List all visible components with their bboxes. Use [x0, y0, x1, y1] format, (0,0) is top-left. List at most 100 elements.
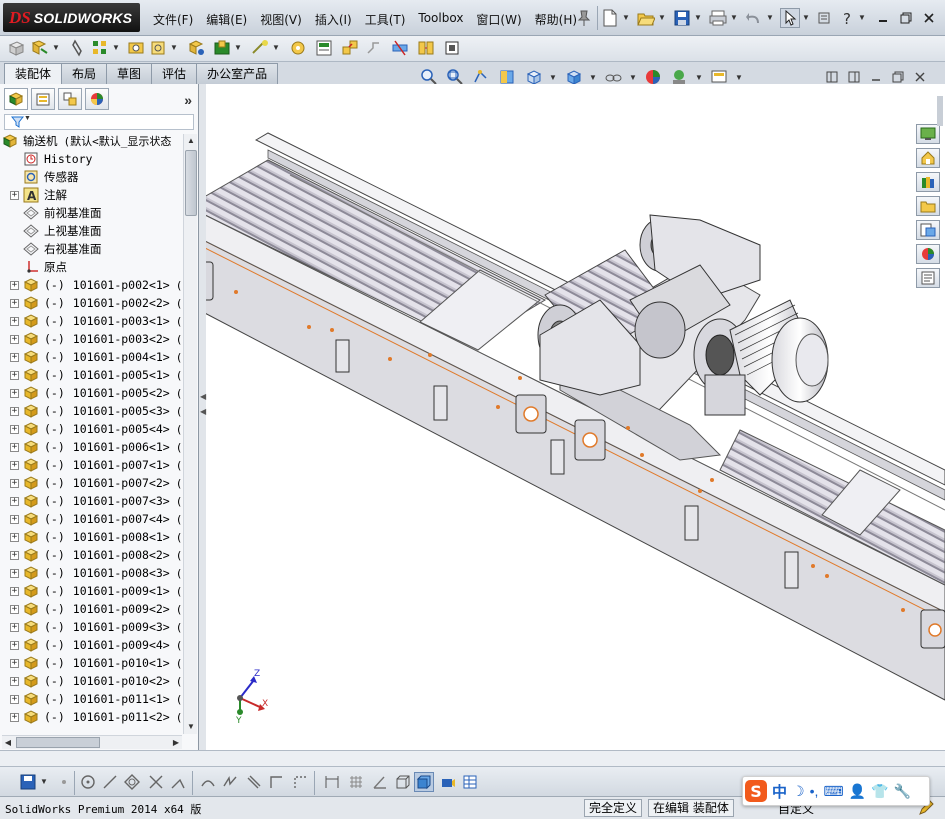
new-document-icon[interactable]	[600, 8, 620, 28]
show-hidden-icon[interactable]	[186, 38, 206, 58]
tree-root[interactable]: 输送机 (默认<默认_显示状态	[2, 132, 171, 150]
component-row[interactable]: + (-) 101601-p007<1> (默认	[10, 456, 182, 474]
scroll-thumb[interactable]	[185, 150, 197, 216]
tools-icon[interactable]: 🔧	[893, 783, 910, 800]
construction-geometry-icon[interactable]	[290, 772, 310, 792]
solidworks-logo[interactable]: DS SOLIDWORKS	[3, 3, 140, 32]
component-row[interactable]: + (-) 101601-p003<2> (默认	[10, 330, 182, 348]
circle-icon[interactable]	[78, 772, 98, 792]
component-row[interactable]: + (-) 101601-p010<2> (默认	[10, 672, 182, 690]
reference-geometry-icon[interactable]	[250, 38, 270, 58]
component-row[interactable]: + (-) 101601-p006<1> (默认	[10, 438, 182, 456]
component-row[interactable]: + (-) 101601-p003<1> (默认	[10, 312, 182, 330]
angle-icon[interactable]	[370, 772, 390, 792]
custom-properties-icon[interactable]	[916, 268, 940, 288]
conveyor-model[interactable]	[199, 84, 945, 750]
shaded-view-icon[interactable]	[414, 772, 434, 792]
expand-icon[interactable]: +	[10, 424, 19, 434]
tree-item[interactable]: + A 注解	[10, 186, 67, 204]
open-folder-icon[interactable]	[636, 8, 656, 28]
trim-icon[interactable]	[146, 772, 166, 792]
menu-item[interactable]: 视图(V)	[255, 9, 310, 31]
menu-item[interactable]: 文件(F)	[148, 9, 201, 31]
offset-icon[interactable]	[198, 772, 218, 792]
corner-rectangle-icon[interactable]	[266, 772, 286, 792]
expand-icon[interactable]: +	[10, 370, 19, 380]
component-row[interactable]: + (-) 101601-p002<1> (默认	[10, 276, 182, 294]
undo-icon[interactable]	[744, 8, 764, 28]
skin-icon[interactable]: 👕	[871, 783, 888, 800]
component-row[interactable]: + (-) 101601-p011<1> (默认	[10, 690, 182, 708]
chevron-down-icon[interactable]: ▼	[40, 772, 48, 792]
pin-icon[interactable]	[576, 9, 592, 27]
mirror-icon[interactable]	[220, 772, 240, 792]
smart-dimension-icon[interactable]	[322, 772, 342, 792]
new-motion-study-icon[interactable]	[288, 38, 308, 58]
property-manager-tab-icon[interactable]	[31, 88, 55, 110]
tree-item[interactable]: 上视基准面	[10, 222, 102, 240]
component-row[interactable]: + (-) 101601-p005<4> (默认	[10, 420, 182, 438]
chevron-down-icon[interactable]: ▼	[170, 38, 178, 58]
component-row[interactable]: + (-) 101601-p005<2> (默认	[10, 384, 182, 402]
scroll-left-icon[interactable]: ◀	[2, 736, 14, 749]
ime-toolbar[interactable]: S 中 ☽ •, ⌨ 👤 👕 🔧	[742, 776, 930, 806]
chevron-down-icon[interactable]: ▼	[694, 8, 702, 28]
chevron-down-icon[interactable]: ▼	[858, 8, 866, 28]
graphics-area[interactable]	[199, 84, 945, 750]
expand-icon[interactable]: +	[10, 658, 19, 668]
feature-manager-tab-icon[interactable]	[4, 88, 28, 110]
expand-icon[interactable]: +	[10, 586, 19, 596]
filter-icon[interactable]	[10, 116, 25, 131]
punctuation-icon[interactable]: •,	[810, 783, 819, 799]
save-icon[interactable]	[672, 8, 692, 28]
solidworks-resources-icon[interactable]	[916, 124, 940, 144]
expand-icon[interactable]: +	[10, 460, 19, 470]
hscroll-thumb[interactable]	[16, 737, 100, 748]
expand-icon[interactable]: +	[10, 442, 19, 452]
component-row[interactable]: + (-) 101601-p009<4> (默认	[10, 636, 182, 654]
expand-icon[interactable]: +	[10, 298, 19, 308]
component-row[interactable]: + (-) 101601-p011<2> (默认	[10, 708, 182, 726]
chevron-down-icon[interactable]: ▼	[112, 38, 120, 58]
help-icon[interactable]: ?	[838, 8, 858, 28]
moon-icon[interactable]: ☽	[792, 783, 805, 800]
expand-icon[interactable]: +	[10, 478, 19, 488]
tree-item[interactable]: 原点	[10, 258, 67, 276]
collapse-panel-icon[interactable]: ◀ ◀	[200, 389, 206, 419]
home-icon[interactable]	[916, 148, 940, 168]
command-tab[interactable]: 装配体	[4, 63, 63, 85]
chevron-down-icon[interactable]: ▼	[234, 38, 242, 58]
instant3d-icon[interactable]	[442, 38, 462, 58]
expand-icon[interactable]: +	[10, 676, 19, 686]
component-row[interactable]: + (-) 101601-p007<2> (默认	[10, 474, 182, 492]
expand-icon[interactable]: +	[10, 316, 19, 326]
component-row[interactable]: + (-) 101601-p007<4> (默认	[10, 510, 182, 528]
component-row[interactable]: + (-) 101601-p009<2> (默认	[10, 600, 182, 618]
more-tabs-icon[interactable]: »	[184, 92, 192, 108]
restore-icon[interactable]	[897, 9, 915, 27]
component-row[interactable]: + (-) 101601-p002<2> (默认	[10, 294, 182, 312]
assembly-features-icon[interactable]	[212, 38, 232, 58]
bill-of-materials-icon[interactable]	[314, 38, 334, 58]
component-row[interactable]: + (-) 101601-p008<2> (默认	[10, 546, 182, 564]
camera-icon[interactable]	[438, 772, 458, 792]
configuration-manager-tab-icon[interactable]	[58, 88, 82, 110]
select-arrow-icon[interactable]	[780, 8, 800, 28]
scroll-right-icon[interactable]: ▶	[170, 736, 182, 749]
tree-item[interactable]: 右视基准面	[10, 240, 102, 258]
chevron-down-icon[interactable]: ▼	[52, 38, 60, 58]
command-tab[interactable]: 草图	[106, 63, 153, 84]
menu-item[interactable]: 插入(I)	[310, 9, 360, 31]
sogou-logo-icon[interactable]: S	[745, 780, 767, 802]
component-row[interactable]: + (-) 101601-p005<3> (默认	[10, 402, 182, 420]
search-results-icon[interactable]	[916, 220, 940, 240]
line-icon[interactable]	[100, 772, 120, 792]
command-tab[interactable]: 办公室产品	[196, 63, 279, 84]
menu-item[interactable]: 工具(T)	[360, 9, 414, 31]
fillet-icon[interactable]	[168, 772, 188, 792]
expand-icon[interactable]: +	[10, 514, 19, 524]
expand-icon[interactable]: +	[10, 550, 19, 560]
expand-icon[interactable]: +	[10, 568, 19, 578]
rebuild-options-icon[interactable]	[814, 8, 834, 28]
component-row[interactable]: + (-) 101601-p004<1> (默认	[10, 348, 182, 366]
